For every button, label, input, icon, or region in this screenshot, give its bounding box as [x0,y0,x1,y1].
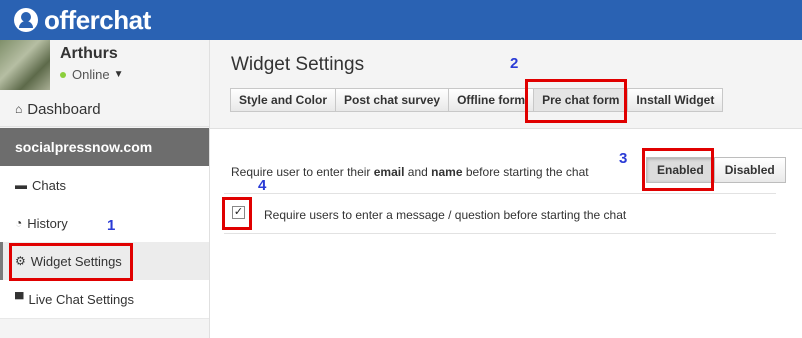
annotation-number-1: 1 [107,217,116,234]
status-dropdown[interactable]: Online ▼ [60,67,123,82]
settings-tabs: Style and Color Post chat survey Offline… [230,88,724,112]
sidebar-item-label: History [27,215,68,231]
home-icon: ⌂ [15,102,23,116]
chat-user-icon [14,8,38,32]
sidebar-item-live-chat-settings[interactable]: ▀ Live Chat Settings [0,280,209,319]
avatar[interactable] [0,40,50,90]
sidebar-item-history[interactable]: ◔ History [0,204,209,243]
window-icon: ▀ [15,292,24,306]
user-name: Arthurs [60,45,118,62]
chevron-down-icon: ▼ [113,69,124,80]
sidebar-item-label: Live Chat Settings [28,291,135,307]
online-dot-icon [60,71,66,78]
annotation-number-2: 2 [510,55,519,72]
page-title: Widget Settings [231,54,365,75]
disabled-button[interactable]: Disabled [714,157,786,183]
chat-bubble-icon: ▬ [15,178,27,192]
tab-post-chat-survey[interactable]: Post chat survey [335,88,450,112]
main-header: Widget Settings Style and Color Post cha… [210,40,802,129]
sidebar-item-label: Dashboard [27,100,101,118]
tab-style-and-color[interactable]: Style and Color [230,88,337,112]
sidebar-item-chats[interactable]: ▬ Chats [0,166,209,205]
sidebar-site-header[interactable]: socialpressnow.com [0,128,209,166]
tab-offline-form[interactable]: Offline form [448,88,535,112]
annotation-box-3 [642,148,714,191]
annotation-box-4 [222,197,252,230]
require-email-name-label: Require user to enter their email and na… [231,165,589,179]
site-name: socialpressnow.com [15,139,153,155]
sidebar: Arthurs Online ▼ ⌂ Dashboard socialpress… [0,40,210,338]
status-label: Online [72,67,110,82]
clock-icon: ◔ [15,216,23,230]
require-message-label: Require users to enter a message / quest… [264,208,627,222]
divider [224,193,776,194]
divider [224,233,776,234]
annotation-number-4: 4 [258,177,267,194]
annotation-box-2 [525,79,627,123]
sidebar-item-dashboard[interactable]: ⌂ Dashboard [0,92,209,127]
user-panel: Arthurs Online ▼ [0,40,209,90]
top-bar: offerchat [0,0,802,40]
tab-install-widget[interactable]: Install Widget [627,88,724,112]
brand-name: offerchat [44,4,151,35]
annotation-box-1 [9,243,133,281]
sidebar-item-label: Chats [32,177,66,193]
brand-logo[interactable]: offerchat [14,4,151,36]
annotation-number-3: 3 [619,150,628,167]
